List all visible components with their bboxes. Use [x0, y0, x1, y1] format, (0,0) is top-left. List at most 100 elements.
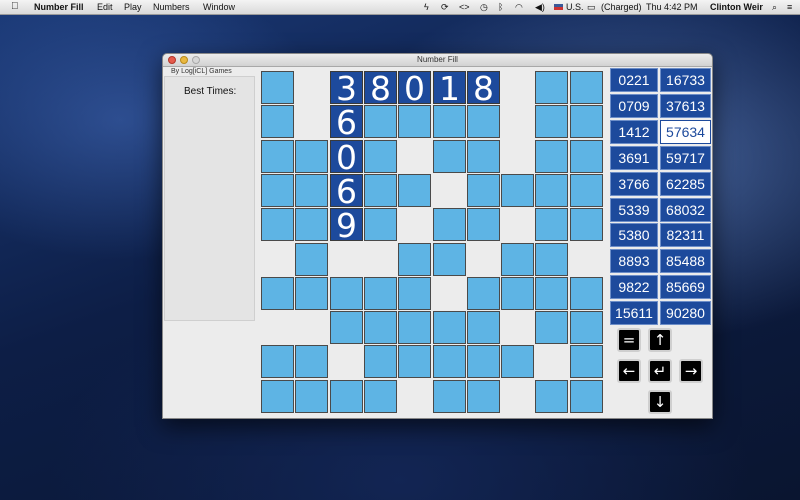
number-chip[interactable]: 16733: [660, 68, 711, 92]
grid-cell[interactable]: [398, 243, 431, 276]
number-chip[interactable]: 1412: [610, 120, 658, 144]
grid-cell[interactable]: [398, 345, 431, 378]
number-chip[interactable]: 37613: [660, 94, 711, 118]
number-chip[interactable]: 68032: [660, 198, 711, 222]
grid-cell[interactable]: [535, 277, 568, 310]
grid-cell[interactable]: [261, 380, 294, 413]
number-chip[interactable]: 0709: [610, 94, 658, 118]
left-arrow-button[interactable]: ←: [617, 359, 641, 383]
filled-cell[interactable]: 0: [398, 71, 431, 105]
menu-app-name[interactable]: Number Fill: [34, 0, 84, 14]
grid-cell[interactable]: [501, 174, 534, 207]
clock[interactable]: Thu 4:42 PM: [646, 0, 698, 14]
grid-cell[interactable]: [261, 277, 294, 310]
grid-cell[interactable]: [433, 311, 466, 344]
number-chip[interactable]: 5380: [610, 223, 658, 247]
grid-cell[interactable]: [433, 105, 466, 138]
grid-cell[interactable]: [295, 140, 328, 173]
grid-cell[interactable]: [261, 105, 294, 138]
menu-edit[interactable]: Edit: [97, 0, 113, 14]
grid-cell[interactable]: [467, 277, 500, 310]
grid-cell[interactable]: [364, 277, 397, 310]
grid-cell[interactable]: [535, 140, 568, 173]
grid-cell[interactable]: [433, 140, 466, 173]
menu-play[interactable]: Play: [124, 0, 142, 14]
grid-cell[interactable]: [364, 345, 397, 378]
grid-cell[interactable]: [364, 140, 397, 173]
grid-cell[interactable]: [501, 345, 534, 378]
grid-cell[interactable]: [295, 277, 328, 310]
grid-cell[interactable]: [570, 105, 603, 138]
bluetooth-icon[interactable]: ᛒ: [498, 0, 503, 14]
up-arrow-button[interactable]: ↑: [648, 328, 672, 352]
grid-cell[interactable]: [398, 174, 431, 207]
grid-cell[interactable]: [433, 345, 466, 378]
user-name[interactable]: Clinton Weir: [710, 0, 763, 14]
apple-menu-icon[interactable]: : [11, 0, 19, 14]
grid-cell[interactable]: [535, 243, 568, 276]
grid-cell[interactable]: [295, 345, 328, 378]
number-chip[interactable]: 82311: [660, 223, 711, 247]
grid-cell[interactable]: [570, 174, 603, 207]
number-chip[interactable]: 0221: [610, 68, 658, 92]
grid-cell[interactable]: [398, 105, 431, 138]
grid-cell[interactable]: [364, 380, 397, 413]
menu-window[interactable]: Window: [203, 0, 235, 14]
number-chip[interactable]: 9822: [610, 275, 658, 299]
minimize-button[interactable]: [180, 56, 188, 64]
number-chip[interactable]: 85488: [660, 249, 711, 273]
filled-cell[interactable]: 8: [467, 71, 500, 105]
grid-cell[interactable]: [398, 277, 431, 310]
wifi-icon[interactable]: ◠: [515, 0, 523, 14]
bolt-icon[interactable]: ϟ: [424, 0, 429, 14]
grid-cell[interactable]: [433, 380, 466, 413]
grid-cell[interactable]: [295, 243, 328, 276]
grid-cell[interactable]: [467, 311, 500, 344]
number-chip[interactable]: 59717: [660, 146, 711, 170]
grid-cell[interactable]: [535, 380, 568, 413]
grid-cell[interactable]: [261, 174, 294, 207]
filled-cell[interactable]: 1: [433, 71, 466, 105]
grid-cell[interactable]: [295, 208, 328, 241]
grid-cell[interactable]: [570, 345, 603, 378]
grid-cell[interactable]: [261, 345, 294, 378]
grid-cell[interactable]: [570, 311, 603, 344]
grid-cell[interactable]: [501, 243, 534, 276]
number-chip[interactable]: 3691: [610, 146, 658, 170]
grid-cell[interactable]: [467, 345, 500, 378]
grid-cell[interactable]: [570, 140, 603, 173]
grid-cell[interactable]: [570, 277, 603, 310]
grid-cell[interactable]: [330, 311, 363, 344]
volume-icon[interactable]: ◀): [535, 0, 545, 14]
filled-cell[interactable]: 3: [330, 71, 363, 105]
grid-cell[interactable]: [295, 380, 328, 413]
grid-cell[interactable]: [364, 174, 397, 207]
grid-cell[interactable]: [330, 277, 363, 310]
number-chip[interactable]: 15611: [610, 301, 658, 325]
number-chip[interactable]: 5339: [610, 198, 658, 222]
number-chip[interactable]: 90280: [660, 301, 711, 325]
code-icon[interactable]: <>: [459, 0, 470, 14]
filled-cell[interactable]: 6: [330, 174, 363, 208]
menu-numbers[interactable]: Numbers: [153, 0, 190, 14]
filled-cell[interactable]: 9: [330, 208, 363, 242]
grid-cell[interactable]: [261, 71, 294, 104]
right-arrow-button[interactable]: →: [679, 359, 703, 383]
number-chip[interactable]: 3766: [610, 172, 658, 196]
grid-cell[interactable]: [433, 243, 466, 276]
enter-button[interactable]: ↵: [648, 359, 672, 383]
battery-status[interactable]: (Charged): [601, 0, 642, 14]
filled-cell[interactable]: 8: [364, 71, 397, 105]
grid-cell[interactable]: [261, 140, 294, 173]
grid-cell[interactable]: [501, 277, 534, 310]
number-chip[interactable]: 85669: [660, 275, 711, 299]
grid-cell[interactable]: [364, 105, 397, 138]
down-arrow-button[interactable]: ↓: [648, 390, 672, 414]
grid-cell[interactable]: [364, 208, 397, 241]
grid-cell[interactable]: [570, 380, 603, 413]
grid-cell[interactable]: [535, 105, 568, 138]
number-chip[interactable]: 8893: [610, 249, 658, 273]
grid-cell[interactable]: [295, 174, 328, 207]
time-machine-icon[interactable]: ◷: [480, 0, 488, 14]
grid-cell[interactable]: [535, 311, 568, 344]
